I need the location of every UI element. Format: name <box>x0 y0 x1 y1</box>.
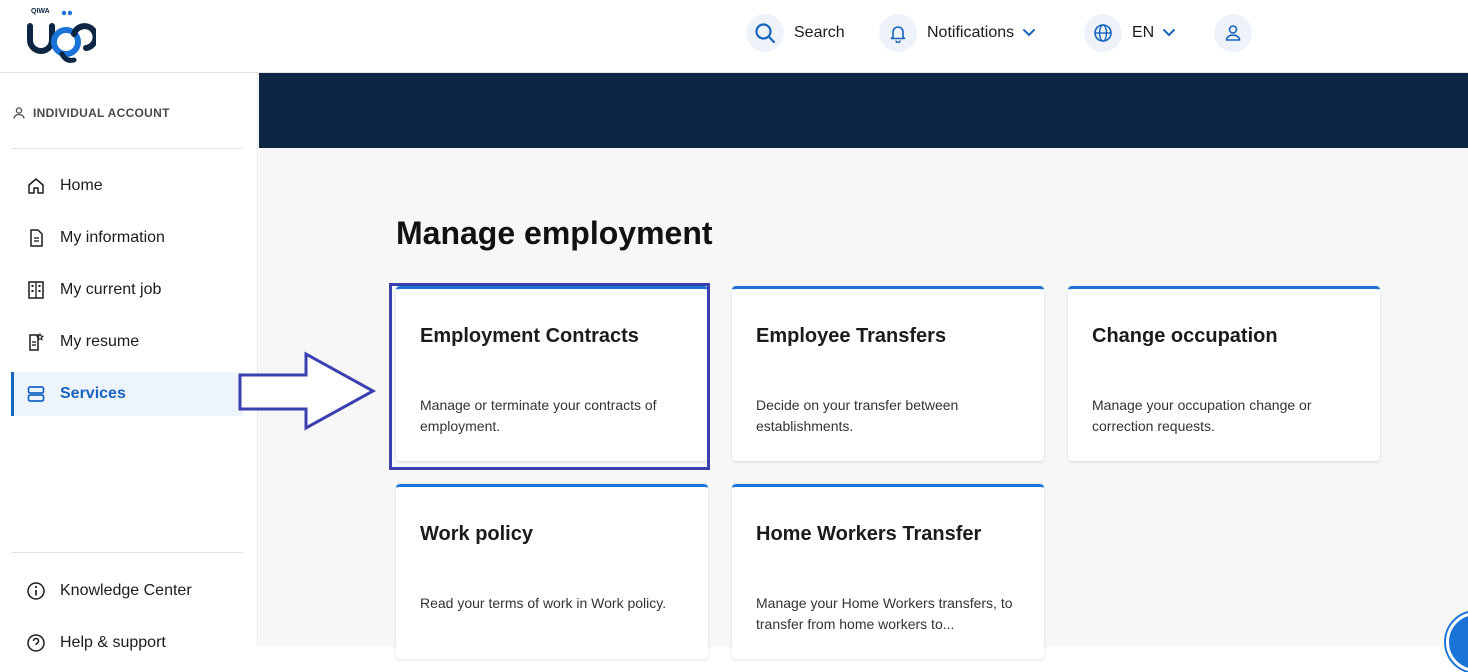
search-label: Search <box>794 24 845 41</box>
highlight-box <box>389 283 710 470</box>
document-icon <box>30 229 43 247</box>
divider <box>11 552 243 553</box>
sidebar-item-my-information[interactable]: My information <box>11 216 243 260</box>
bell-icon <box>879 14 917 52</box>
sidebar-item-knowledge-center[interactable]: Knowledge Center <box>11 569 243 613</box>
profile-button[interactable] <box>1214 14 1252 52</box>
sidebar-item-my-resume[interactable]: My resume <box>11 320 243 364</box>
user-icon <box>1214 14 1252 52</box>
card-description: Decide on your transfer between establis… <box>756 397 959 434</box>
home-icon <box>28 178 44 194</box>
sidebar-item-label: Help & support <box>60 634 166 651</box>
sidebar-item-help-support[interactable]: Help & support <box>11 621 243 665</box>
card-title: Work policy <box>420 523 533 545</box>
account-label: INDIVIDUAL ACCOUNT <box>33 106 170 120</box>
card-title: Home Workers Transfer <box>756 523 982 545</box>
building-icon <box>28 281 44 299</box>
card-work-policy[interactable]: Work policy Read your terms of work in W… <box>396 484 708 659</box>
sidebar-item-label: Home <box>60 177 103 194</box>
svg-text:QIWA: QIWA <box>31 8 50 15</box>
card-change-occupation[interactable]: Change occupation Manage your occupation… <box>1068 286 1380 461</box>
card-employee-transfers[interactable]: Employee Transfers Decide on your transf… <box>732 286 1044 461</box>
language-selector[interactable]: EN <box>1084 14 1176 52</box>
arrow-right-icon <box>238 351 377 431</box>
account-type: INDIVIDUAL ACCOUNT <box>12 106 170 120</box>
services-icon <box>27 386 45 402</box>
card-description: Read your terms of work in Work policy. <box>420 595 667 611</box>
chevron-down-icon <box>1022 28 1036 38</box>
top-header: QIWA Search Notifications EN <box>0 0 1468 73</box>
sidebar-item-label: My information <box>60 229 165 246</box>
help-icon <box>27 634 45 652</box>
language-label: EN <box>1132 24 1155 41</box>
card-title: Change occupation <box>1092 325 1278 347</box>
card-description: Manage your Home Workers transfers, to t… <box>756 595 1013 632</box>
sidebar: INDIVIDUAL ACCOUNT Home My information M… <box>0 73 258 652</box>
resume-icon <box>29 332 45 351</box>
sidebar-item-label: Knowledge Center <box>60 582 192 599</box>
info-icon <box>27 582 45 600</box>
card-home-workers-transfer[interactable]: Home Workers Transfer Manage your Home W… <box>732 484 1044 659</box>
globe-icon <box>1084 14 1122 52</box>
sidebar-item-label: My resume <box>60 333 140 350</box>
divider <box>11 148 243 149</box>
sidebar-item-label: My current job <box>60 281 162 298</box>
notifications-button[interactable]: Notifications <box>879 14 1036 52</box>
card-description: Manage your occupation change or correct… <box>1092 397 1312 434</box>
page-banner <box>259 73 1468 148</box>
sidebar-item-home[interactable]: Home <box>11 164 243 208</box>
qiwa-logo[interactable]: QIWA <box>24 4 99 64</box>
chevron-down-icon <box>1162 28 1176 38</box>
page-title: Manage employment <box>396 215 713 251</box>
notifications-label: Notifications <box>927 24 1015 41</box>
search-button[interactable]: Search <box>746 14 845 52</box>
search-icon <box>746 14 784 52</box>
sidebar-item-label: Services <box>60 385 126 402</box>
sidebar-item-my-current-job[interactable]: My current job <box>11 268 243 312</box>
card-title: Employee Transfers <box>756 325 947 347</box>
sidebar-item-services[interactable]: Services <box>11 372 243 416</box>
user-icon <box>13 107 25 119</box>
